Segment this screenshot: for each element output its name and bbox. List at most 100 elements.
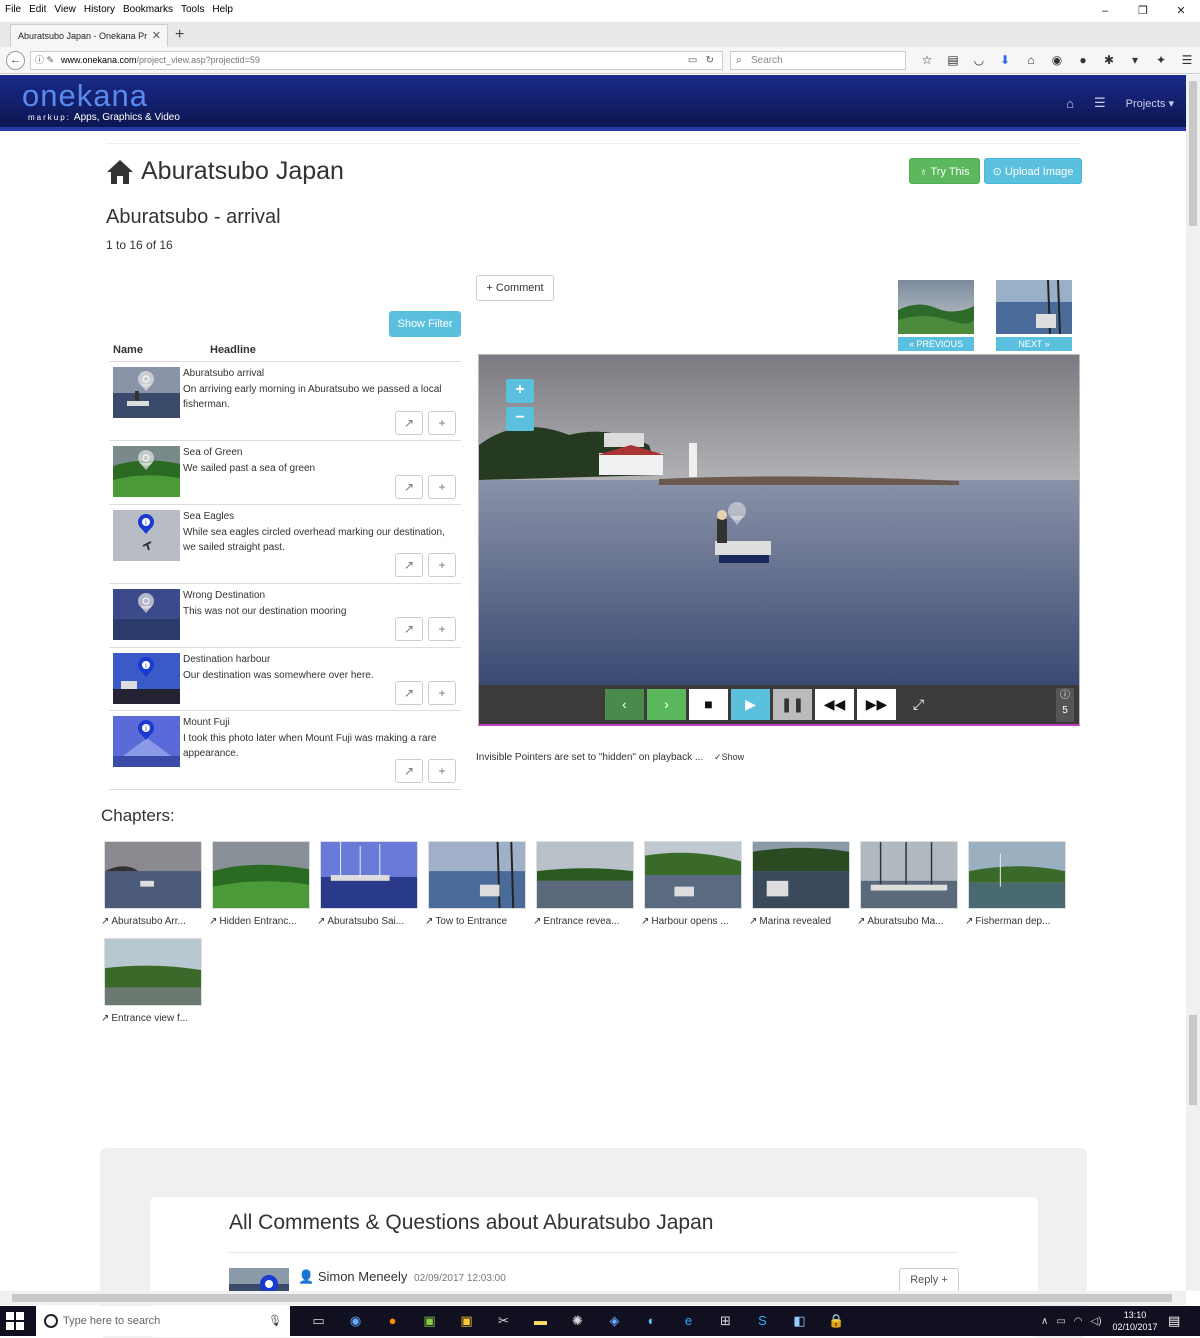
chapter-card[interactable]: ↗ Aburatsubo Arr... xyxy=(101,841,202,927)
file-explorer-icon[interactable]: ▬ xyxy=(522,1306,559,1336)
settings-app-icon[interactable]: ✺ xyxy=(559,1306,596,1336)
chapter-card[interactable]: ↗ Aburatsubo Sai... xyxy=(317,841,418,927)
wifi-icon[interactable]: ◠ xyxy=(1074,1316,1083,1327)
tools-icon[interactable]: ✂ xyxy=(485,1306,522,1336)
pocket-icon[interactable]: ◡ xyxy=(966,51,992,70)
app-icon[interactable]: ◉ xyxy=(337,1306,374,1336)
image-viewer[interactable]: + − ‹ › ■ ▶ ❚❚ ◀◀ ▶▶ ⤢ ⓘ 5 xyxy=(478,354,1080,726)
list-item[interactable]: Aburatsubo arrival On arriving early mor… xyxy=(109,362,461,441)
app-3-icon[interactable]: ◐ xyxy=(633,1306,670,1336)
site-info-icon[interactable]: ⓘ ✎ xyxy=(35,52,54,69)
close-tab-icon[interactable]: ✕ xyxy=(152,25,161,47)
list-item[interactable]: i Mount Fuji I took this photo later whe… xyxy=(109,711,461,790)
previous-pointer-button[interactable]: ‹ xyxy=(605,689,644,720)
home-icon[interactable]: ⌂ xyxy=(1018,51,1044,70)
pause-button[interactable]: ❚❚ xyxy=(773,689,812,720)
chapter-card[interactable]: ↗ Aburatsubo Ma... xyxy=(857,841,958,927)
chapter-caption[interactable]: ↗ Entrance view f... xyxy=(101,1013,207,1024)
bookmark-star-icon[interactable]: ☆ xyxy=(914,51,940,70)
download-icon[interactable]: ⬇ xyxy=(992,51,1018,70)
system-clock[interactable]: 13:10 02/10/2017 xyxy=(1112,1309,1158,1333)
try-this-button[interactable]: ♁ Try This xyxy=(909,158,980,184)
add-icon[interactable]: + xyxy=(428,553,456,577)
microphone-icon[interactable]: 🎙 xyxy=(268,1306,282,1336)
add-icon[interactable]: + xyxy=(428,681,456,705)
chapter-caption[interactable]: ↗ Aburatsubo Ma... xyxy=(857,916,963,927)
vertical-scrollbar[interactable] xyxy=(1186,75,1200,1291)
chapter-caption[interactable]: ↗ Hidden Entranc... xyxy=(209,916,315,927)
add-icon[interactable]: + xyxy=(428,411,456,435)
add-icon[interactable]: + xyxy=(428,759,456,783)
close-window-button[interactable]: ✕ xyxy=(1162,0,1200,22)
store-icon[interactable]: ⊞ xyxy=(707,1306,744,1336)
horizontal-scrollbar-thumb[interactable] xyxy=(12,1294,1172,1302)
show-filter-button[interactable]: Show Filter xyxy=(389,311,461,337)
upload-image-button[interactable]: ⊙ Upload Image xyxy=(984,158,1082,184)
menu-edit[interactable]: Edit xyxy=(29,4,46,15)
chapter-caption[interactable]: ↗ Aburatsubo Arr... xyxy=(101,916,207,927)
chapter-card[interactable]: ↗ Fisherman dep... xyxy=(965,841,1066,927)
list-item[interactable]: i Sea Eagles While sea eagles circled ov… xyxy=(109,505,461,584)
chapter-card[interactable]: ↗ Marina revealed xyxy=(749,841,850,927)
app-4-icon[interactable]: ◧ xyxy=(781,1306,818,1336)
add-icon[interactable]: + xyxy=(428,475,456,499)
menu-bookmarks[interactable]: Bookmarks xyxy=(123,4,173,15)
battery-icon[interactable]: ▭ xyxy=(1056,1316,1065,1327)
chapter-caption[interactable]: ↗ Aburatsubo Sai... xyxy=(317,916,423,927)
fast-forward-button[interactable]: ▶▶ xyxy=(857,689,896,720)
lock-app-icon[interactable]: 🔒 xyxy=(818,1306,855,1336)
open-external-icon[interactable]: ↗ xyxy=(395,553,423,577)
horizontal-scrollbar[interactable] xyxy=(0,1291,1186,1305)
url-bar[interactable]: ⓘ ✎ www.onekana.com/project_view.asp?pro… xyxy=(30,51,723,70)
scrollbar-thumb-secondary[interactable] xyxy=(1189,1015,1197,1105)
scrollbar-thumb[interactable] xyxy=(1189,81,1197,226)
open-external-icon[interactable]: ↗ xyxy=(395,411,423,435)
nav-projects-dropdown[interactable]: Projects ▾ xyxy=(1126,97,1174,110)
menu-file[interactable]: File xyxy=(5,4,21,15)
extension-3-icon[interactable]: ✱ xyxy=(1096,51,1122,70)
chapter-card[interactable]: ↗ Tow to Entrance xyxy=(425,841,526,927)
add-icon[interactable]: + xyxy=(428,617,456,641)
restore-button[interactable]: ❐ xyxy=(1124,0,1162,22)
extension-icon[interactable]: ◉ xyxy=(1044,51,1070,70)
chapter-caption[interactable]: ↗ Harbour opens ... xyxy=(641,916,747,927)
chapter-caption[interactable]: ↗ Marina revealed xyxy=(749,916,855,927)
app-2-icon[interactable]: ◈ xyxy=(596,1306,633,1336)
chapter-card[interactable]: ↗ Hidden Entranc... xyxy=(209,841,310,927)
show-hidden-toggle[interactable]: ✓Show xyxy=(714,752,744,762)
next-chapter-button[interactable]: NEXT » xyxy=(996,279,1072,351)
edge-icon[interactable]: e xyxy=(670,1306,707,1336)
menu-help[interactable]: Help xyxy=(212,4,233,15)
open-external-icon[interactable]: ↗ xyxy=(395,475,423,499)
chapter-card[interactable]: ↗ Entrance view f... xyxy=(101,938,202,1024)
menu-history[interactable]: History xyxy=(84,4,115,15)
stop-button[interactable]: ■ xyxy=(689,689,728,720)
skype-icon[interactable]: S xyxy=(744,1306,781,1336)
fireworks-icon[interactable]: ▣ xyxy=(448,1306,485,1336)
site-logo[interactable]: onekana xyxy=(22,80,148,111)
play-button[interactable]: ▶ xyxy=(731,689,770,720)
chapter-caption[interactable]: ↗ Entrance revea... xyxy=(533,916,639,927)
next-pointer-button[interactable]: › xyxy=(647,689,686,720)
comment-button[interactable]: + Comment xyxy=(476,275,554,301)
open-external-icon[interactable]: ↗ xyxy=(395,617,423,641)
firefox-icon[interactable]: ● xyxy=(374,1306,411,1336)
list-item[interactable]: i Destination harbour Our destination wa… xyxy=(109,648,461,711)
rewind-button[interactable]: ◀◀ xyxy=(815,689,854,720)
reload-icon[interactable]: ▭ ↻ xyxy=(688,52,714,69)
chapter-caption[interactable]: ↗ Fisherman dep... xyxy=(965,916,1071,927)
extension-4-icon[interactable]: ▾ xyxy=(1122,51,1148,70)
new-tab-icon[interactable]: + xyxy=(175,24,184,46)
tray-up-icon[interactable]: ∧ xyxy=(1041,1316,1048,1327)
task-view-icon[interactable]: ▭ xyxy=(300,1306,337,1336)
extension-5-icon[interactable]: ✦ xyxy=(1148,51,1174,70)
windows-start-icon[interactable] xyxy=(6,1312,24,1330)
extension-2-icon[interactable]: ● xyxy=(1070,51,1096,70)
nav-list-icon[interactable]: ☰ xyxy=(1094,95,1106,111)
notifications-icon[interactable]: ▤ xyxy=(1168,1313,1180,1329)
menu-tools[interactable]: Tools xyxy=(181,4,204,15)
browser-tab[interactable]: Aburatsubo Japan - Onekana Pr ✕ xyxy=(10,24,168,47)
dreamweaver-icon[interactable]: ▣ xyxy=(411,1306,448,1336)
fullscreen-icon[interactable]: ⤢ xyxy=(899,689,938,720)
chapter-card[interactable]: ↗ Entrance revea... xyxy=(533,841,634,927)
